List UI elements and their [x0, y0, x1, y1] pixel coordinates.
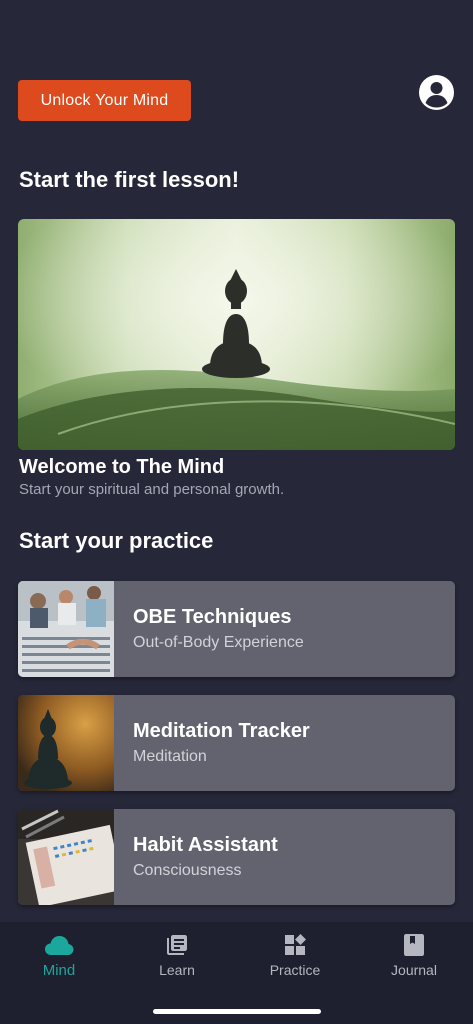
first-lesson-heading: Start the first lesson! — [19, 167, 240, 192]
widgets-icon — [280, 930, 310, 960]
tab-practice[interactable]: Practice — [236, 930, 354, 978]
tab-mind[interactable]: Mind — [0, 930, 118, 979]
home-indicator — [153, 1009, 321, 1014]
practice-card-habit-assistant[interactable]: Habit Assistant Consciousness — [18, 809, 455, 905]
tab-label: Practice — [269, 962, 321, 978]
card-title: Meditation Tracker — [133, 720, 310, 742]
card-subtitle: Meditation — [133, 748, 207, 765]
card-title: OBE Techniques — [133, 606, 292, 628]
tab-label: Mind — [42, 962, 76, 979]
habit-thumbnail-image — [18, 809, 124, 905]
practice-card-meditation-tracker[interactable]: Meditation Tracker Meditation — [18, 695, 455, 791]
card-subtitle: Out-of-Body Experience — [133, 634, 304, 651]
mind-home-screen: Unlock Your Mind Start the first lesson! — [0, 0, 473, 1024]
tab-label: Learn — [159, 962, 195, 978]
card-title: Habit Assistant — [133, 834, 278, 856]
obe-thumbnail-image — [18, 581, 114, 677]
welcome-subtitle: Start your spiritual and personal growth… — [19, 481, 285, 498]
tab-label: Journal — [391, 962, 437, 978]
welcome-lesson-image[interactable] — [18, 219, 455, 450]
bottom-tab-bar: Mind Learn Practice Journal — [0, 922, 473, 1024]
book-icon — [399, 930, 429, 960]
library-books-icon — [162, 930, 192, 960]
practice-heading: Start your practice — [19, 528, 214, 553]
meditation-thumbnail-image — [18, 695, 114, 791]
unlock-your-mind-button[interactable]: Unlock Your Mind — [18, 80, 191, 121]
tab-journal[interactable]: Journal — [355, 930, 473, 978]
profile-avatar-icon[interactable] — [419, 75, 454, 110]
cloud-icon — [44, 930, 74, 960]
card-subtitle: Consciousness — [133, 862, 242, 879]
tab-learn[interactable]: Learn — [118, 930, 236, 978]
practice-card-obe[interactable]: OBE Techniques Out-of-Body Experience — [18, 581, 455, 677]
welcome-title: Welcome to The Mind — [19, 456, 225, 478]
